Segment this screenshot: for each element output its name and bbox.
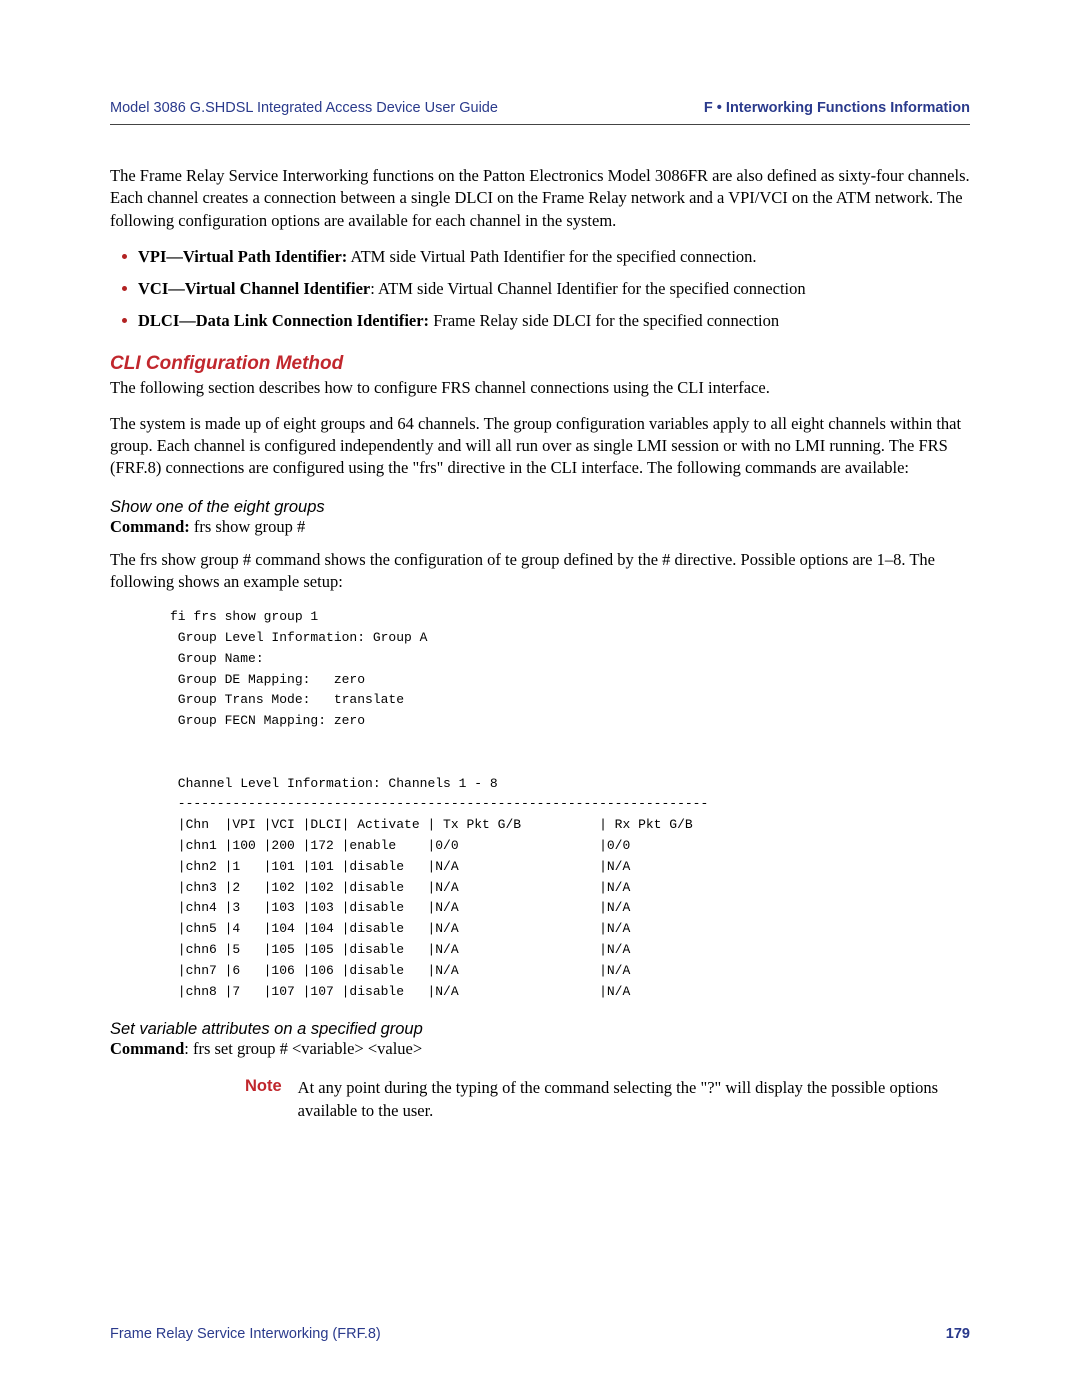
command-line-set: Command: frs set group # <variable> <val… xyxy=(110,1039,970,1059)
bullet-bold: VCI—Virtual Channel Identifier xyxy=(138,279,370,298)
command-text: frs show group # xyxy=(190,517,306,536)
header-rule xyxy=(110,124,970,125)
header-right: F • Interworking Functions Information xyxy=(704,100,970,116)
note-label: Note xyxy=(245,1077,282,1122)
bullet-icon xyxy=(122,286,127,291)
page-footer: Frame Relay Service Interworking (FRF.8)… xyxy=(110,1326,970,1342)
command-line-show: Command: frs show group # xyxy=(110,517,970,537)
bullet-list: VPI—Virtual Path Identifier: ATM side Vi… xyxy=(110,246,970,333)
bullet-rest: ATM side Virtual Path Identifier for the… xyxy=(347,247,756,266)
section-heading: CLI Configuration Method xyxy=(110,353,970,375)
intro-paragraph: The Frame Relay Service Interworking fun… xyxy=(110,165,970,232)
bullet-bold: DLCI—Data Link Connection Identifier: xyxy=(138,311,429,330)
bullet-item-dlci: DLCI—Data Link Connection Identifier: Fr… xyxy=(110,310,970,332)
page: Model 3086 G.SHDSL Integrated Access Dev… xyxy=(0,0,1080,1397)
command-text: : frs set group # <variable> <value> xyxy=(184,1039,422,1058)
note-text: At any point during the typing of the co… xyxy=(298,1077,970,1122)
bullet-icon xyxy=(122,254,127,259)
subsection-heading-show: Show one of the eight groups xyxy=(110,498,970,517)
command-label: Command xyxy=(110,1039,184,1058)
header-left: Model 3086 G.SHDSL Integrated Access Dev… xyxy=(110,100,498,116)
subsection-desc-show: The frs show group # command shows the c… xyxy=(110,549,970,594)
bullet-rest: : ATM side Virtual Channel Identifier fo… xyxy=(370,279,805,298)
footer-right: 179 xyxy=(946,1326,970,1342)
bullet-bold: VPI—Virtual Path Identifier: xyxy=(138,247,347,266)
note-block: Note At any point during the typing of t… xyxy=(110,1077,970,1122)
command-label: Command: xyxy=(110,517,190,536)
bullet-item-vci: VCI—Virtual Channel Identifier: ATM side… xyxy=(110,278,970,300)
footer-left: Frame Relay Service Interworking (FRF.8) xyxy=(110,1326,381,1342)
bullet-rest: Frame Relay side DLCI for the specified … xyxy=(429,311,779,330)
terminal-output: fi frs show group 1 Group Level Informat… xyxy=(170,607,970,1002)
page-header: Model 3086 G.SHDSL Integrated Access Dev… xyxy=(110,100,970,116)
section-p1: The following section describes how to c… xyxy=(110,377,970,399)
subsection-heading-set: Set variable attributes on a specified g… xyxy=(110,1020,970,1039)
bullet-icon xyxy=(122,318,127,323)
bullet-item-vpi: VPI—Virtual Path Identifier: ATM side Vi… xyxy=(110,246,970,268)
section-p2: The system is made up of eight groups an… xyxy=(110,413,970,480)
